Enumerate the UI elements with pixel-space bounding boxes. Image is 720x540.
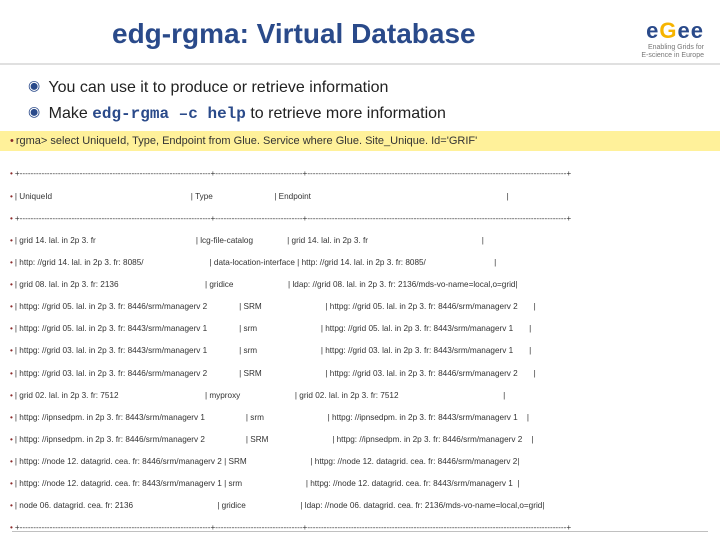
bullet-icon: ◉	[28, 77, 40, 93]
table-row: •| httpg: //grid 05. lal. in 2p 3. fr: 8…	[10, 301, 710, 312]
table-row: •| http: //grid 14. lal. in 2p 3. fr: 80…	[10, 257, 710, 268]
table-row: •| grid 08. lal. in 2p 3. fr: 2136 | gri…	[10, 279, 710, 290]
header: edg-rgma: Virtual Database eGee Enabling…	[0, 0, 720, 65]
table-row: •| httpg: //grid 03. lal. in 2p 3. fr: 8…	[10, 345, 710, 356]
table-row: •| node 06. datagrid. cea. fr: 2136 | gr…	[10, 500, 710, 511]
bullet-2-cmd: edg-rgma –c help	[92, 105, 246, 123]
table-row: •| httpg: //ipnsedpm. in 2p 3. fr: 8443/…	[10, 412, 710, 423]
table-row: •| httpg: //grid 03. lal. in 2p 3. fr: 8…	[10, 368, 710, 379]
logo-text: eGee	[641, 18, 704, 44]
table-row: •| httpg: //ipnsedpm. in 2p 3. fr: 8446/…	[10, 434, 710, 445]
bullet-icon: ◉	[28, 103, 40, 119]
sep-line: •+--------------------------------------…	[10, 213, 710, 224]
bullet-2-pre: Make	[49, 105, 93, 122]
table-row: •| httpg: //node 12. datagrid. cea. fr: …	[10, 456, 710, 467]
slide: edg-rgma: Virtual Database eGee Enabling…	[0, 0, 720, 540]
bullet-1: ◉ You can use it to produce or retrieve …	[28, 75, 692, 101]
sep-line: •+--------------------------------------…	[10, 168, 710, 179]
table-row: •| grid 02. lal. in 2p 3. fr: 7512 | myp…	[10, 390, 710, 401]
slide-title: edg-rgma: Virtual Database	[12, 18, 641, 50]
logo-tagline-1: Enabling Grids for	[641, 44, 704, 52]
bullet-2: ◉ Make edg-rgma –c help to retrieve more…	[28, 101, 692, 127]
table-row: •| httpg: //node 12. datagrid. cea. fr: …	[10, 478, 710, 489]
table-row: •| httpg: //grid 05. lal. in 2p 3. fr: 8…	[10, 323, 710, 334]
query-band: •rgma> select UniqueId, Type, Endpoint f…	[0, 131, 720, 151]
dot-icon: •	[10, 135, 14, 147]
query-text: rgma> select UniqueId, Type, Endpoint fr…	[16, 135, 477, 147]
footer-divider	[12, 531, 708, 532]
table-row: •| grid 14. lal. in 2p 3. fr | lcg-file-…	[10, 235, 710, 246]
result-table: •+--------------------------------------…	[0, 151, 720, 540]
bullet-2-post: to retrieve more information	[246, 105, 446, 122]
logo-tagline-2: E-science in Europe	[641, 52, 704, 60]
bullet-1-text: You can use it to produce or retrieve in…	[48, 79, 388, 96]
body-bullets: ◉ You can use it to produce or retrieve …	[0, 65, 720, 131]
egee-logo: eGee Enabling Grids for E-science in Eur…	[641, 18, 708, 59]
header-line: •| UniqueId | Type | Endpoint	[10, 191, 710, 202]
